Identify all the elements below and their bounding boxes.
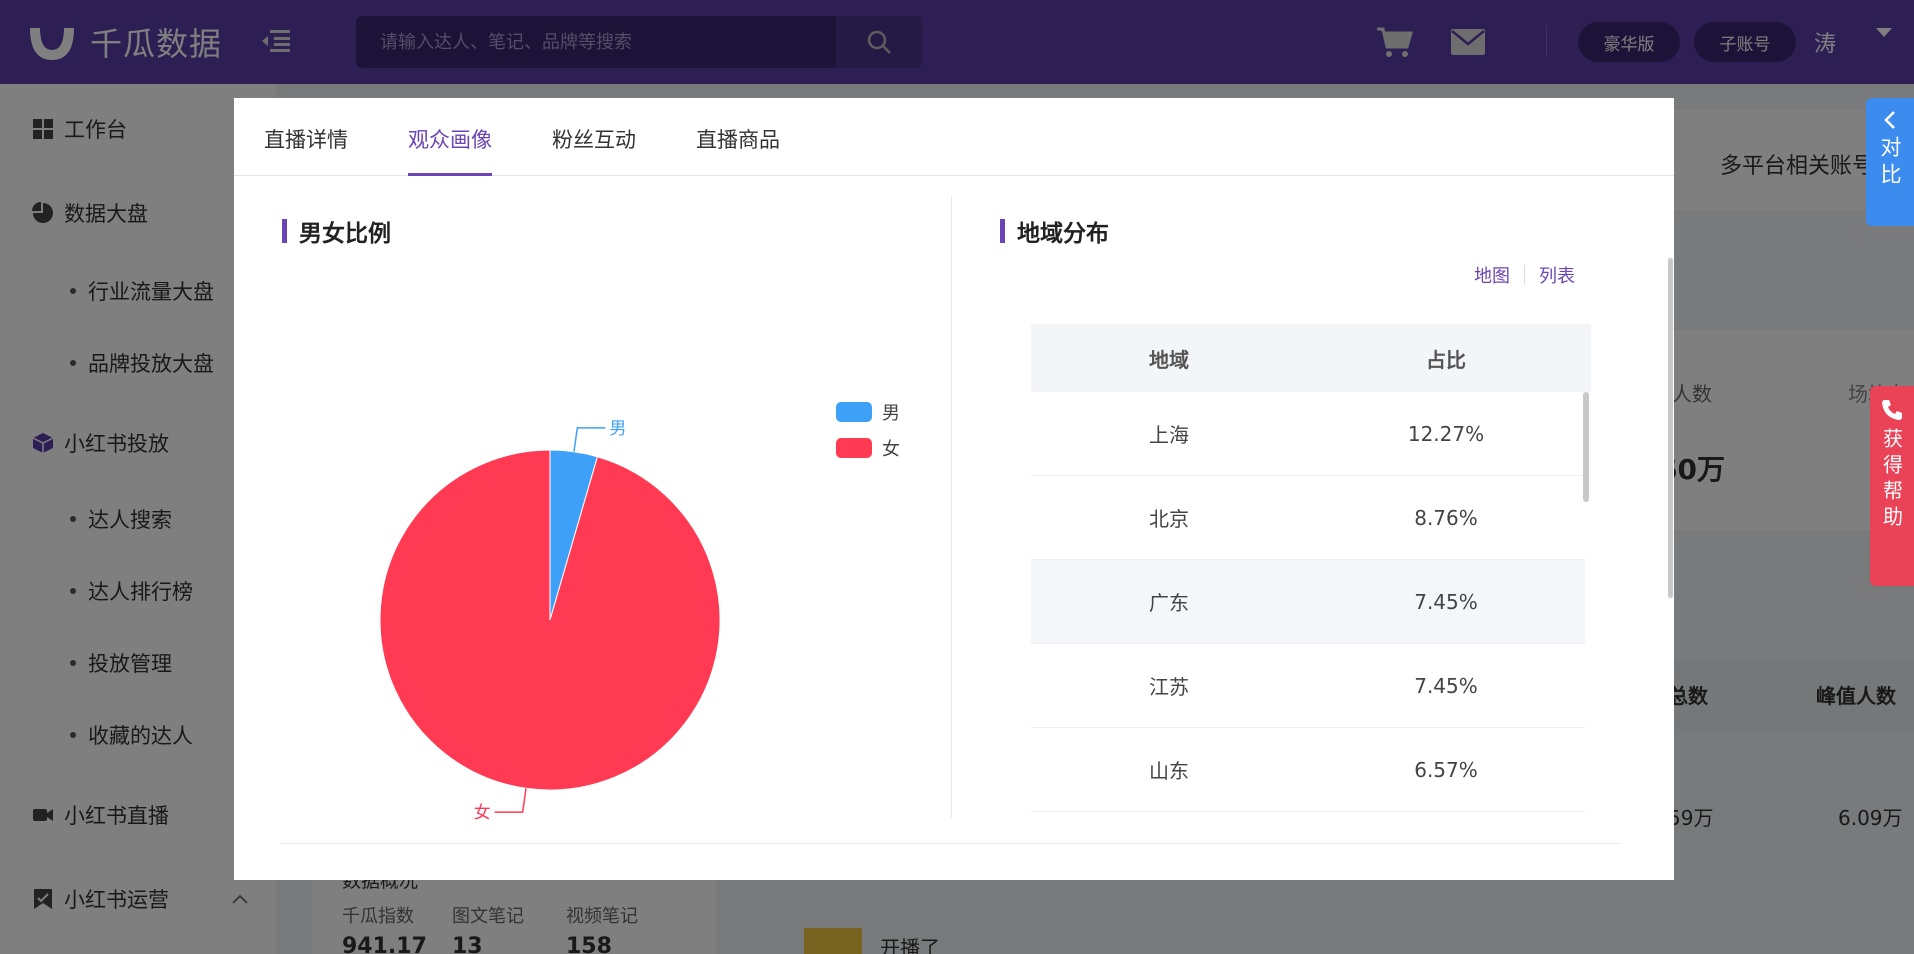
gender-legend: 男 女 <box>836 394 900 466</box>
region-cell: 上海 <box>1149 423 1189 447</box>
map-view-link[interactable]: 地图 <box>1474 262 1510 288</box>
pie-leader-line <box>494 788 527 813</box>
modal-tabs: 直播详情 观众画像 粉丝互动 直播商品 <box>234 98 1674 176</box>
audience-modal: 直播详情 观众画像 粉丝互动 直播商品 男女比例 男女 男 女 地域分布 地图 … <box>234 98 1674 880</box>
title-accent-bar <box>282 219 287 243</box>
chevron-left-icon <box>1884 111 1895 129</box>
table-row: 山东 6.57% <box>1031 728 1585 812</box>
modal-scrollbar[interactable] <box>1668 258 1673 598</box>
table-row: 上海 12.27% <box>1031 392 1585 476</box>
compare-label: 对比 <box>1878 136 1902 190</box>
table-header: 地域 占比 <box>1031 324 1591 392</box>
legend-swatch <box>836 402 872 422</box>
region-cell: 山东 <box>1149 759 1189 783</box>
region-title-text: 地域分布 <box>1017 221 1109 247</box>
pie-slice-1[interactable] <box>379 449 721 791</box>
tab-live-details[interactable]: 直播详情 <box>264 124 348 176</box>
gender-section-title: 男女比例 <box>282 214 391 248</box>
pie-label: 男 <box>609 419 626 439</box>
view-toggle: 地图 列表 <box>1474 262 1575 288</box>
legend-label: 男 <box>882 403 900 424</box>
gender-title-text: 男女比例 <box>299 221 391 247</box>
list-view-link[interactable]: 列表 <box>1539 262 1575 288</box>
toggle-divider <box>1524 265 1525 285</box>
tab-fan-interaction[interactable]: 粉丝互动 <box>552 124 636 176</box>
column-header-share: 占比 <box>1426 347 1466 372</box>
help-button[interactable]: 获得帮助 <box>1870 386 1914 586</box>
region-cell: 江苏 <box>1149 675 1189 699</box>
section-divider <box>951 196 952 818</box>
gender-pie-chart: 男女 <box>379 419 721 823</box>
tab-live-products[interactable]: 直播商品 <box>696 124 780 176</box>
region-cell: 北京 <box>1149 507 1189 531</box>
table-row: 江苏 7.45% <box>1031 644 1585 728</box>
section-bottom-divider <box>280 843 1620 844</box>
legend-label: 女 <box>882 439 900 460</box>
share-cell: 6.57% <box>1414 757 1478 782</box>
table-row: 北京 8.76% <box>1031 476 1585 560</box>
pie-leader-line <box>573 427 606 452</box>
region-section-title: 地域分布 <box>1000 214 1109 248</box>
column-header-region: 地域 <box>1149 347 1189 372</box>
region-cell: 广东 <box>1149 591 1189 615</box>
legend-swatch <box>836 438 872 458</box>
legend-item-female[interactable]: 女 <box>836 430 900 466</box>
title-accent-bar <box>1000 219 1005 243</box>
table-row: 广东 7.45% <box>1031 560 1585 644</box>
region-table: 地域 占比 上海 12.27% 北京 8.76% 广东 7.45% 江苏 7.4… <box>1031 324 1591 812</box>
compare-button[interactable]: 对比 <box>1866 98 1914 226</box>
share-cell: 8.76% <box>1414 505 1478 530</box>
share-cell: 7.45% <box>1414 673 1478 698</box>
share-cell: 7.45% <box>1414 589 1478 614</box>
help-label: 获得帮助 <box>1879 428 1904 532</box>
table-scrollbar[interactable] <box>1583 392 1589 502</box>
tab-audience-profile[interactable]: 观众画像 <box>408 124 492 176</box>
pie-label: 女 <box>474 803 491 823</box>
phone-icon <box>1882 400 1902 420</box>
share-cell: 12.27% <box>1407 421 1485 446</box>
legend-item-male[interactable]: 男 <box>836 394 900 430</box>
